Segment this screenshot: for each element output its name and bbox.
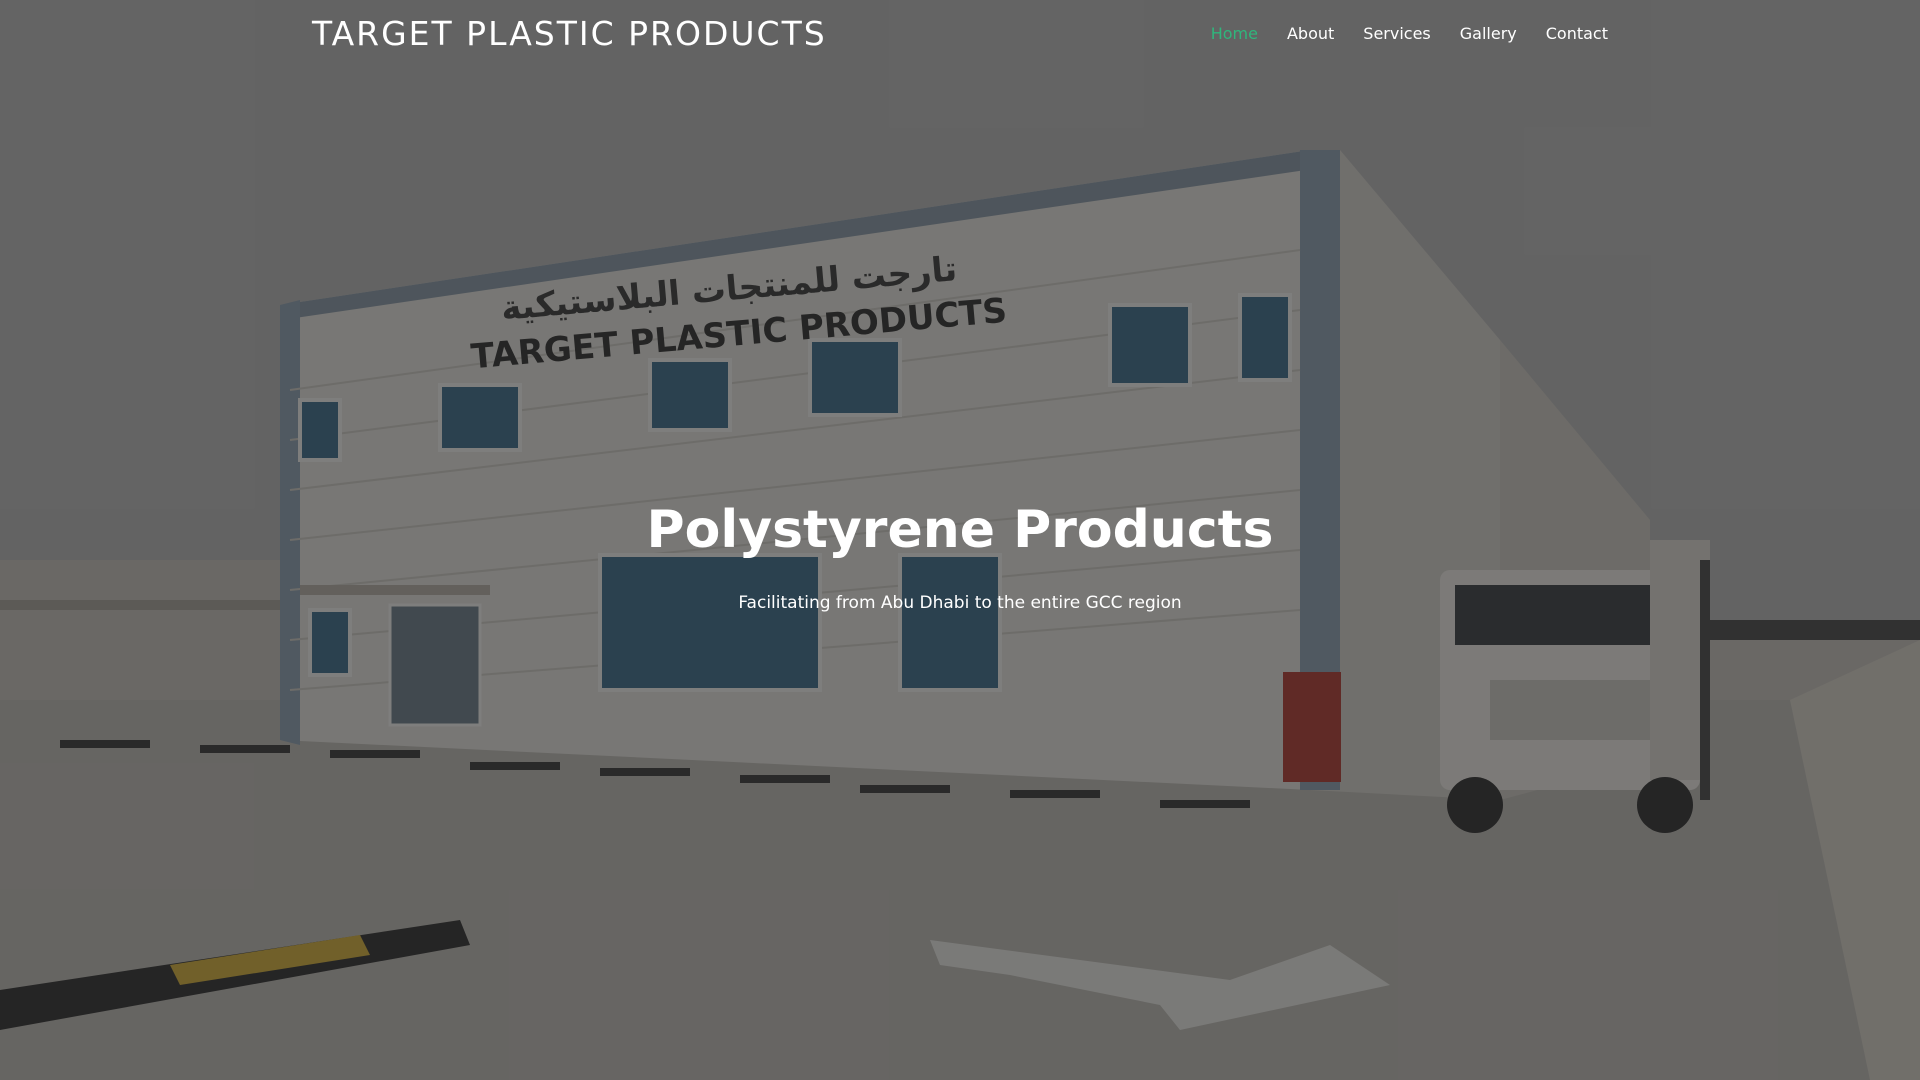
hero-subtitle: Facilitating from Abu Dhabi to the entir…: [738, 593, 1182, 613]
top-navbar: TARGET PLASTIC PRODUCTS Home About Servi…: [0, 0, 1920, 72]
site-brand-logo[interactable]: TARGET PLASTIC PRODUCTS: [312, 14, 827, 53]
nav-item-about[interactable]: About: [1287, 24, 1334, 43]
nav-item-services[interactable]: Services: [1363, 24, 1430, 43]
nav-item-contact[interactable]: Contact: [1546, 24, 1608, 43]
hero-title: Polystyrene Products: [646, 500, 1274, 560]
main-navigation: Home About Services Gallery Contact: [1182, 24, 1608, 43]
nav-item-home[interactable]: Home: [1211, 24, 1258, 43]
nav-item-gallery[interactable]: Gallery: [1460, 24, 1517, 43]
